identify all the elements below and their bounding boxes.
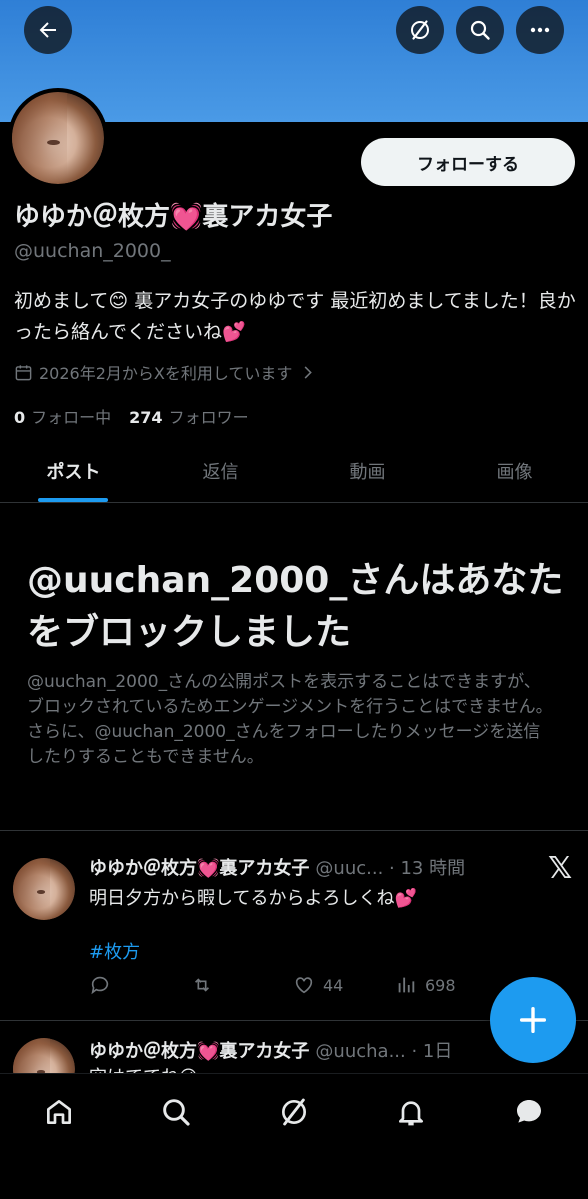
tab-replies[interactable]: 返信: [147, 440, 294, 502]
more-icon: [530, 27, 550, 33]
followers-link[interactable]: 274 フォロワー: [129, 404, 248, 428]
avatar-image: [13, 1038, 75, 1073]
followers-label: フォロワー: [168, 408, 249, 427]
like-button[interactable]: 44: [293, 974, 395, 996]
followers-count: 274: [129, 408, 163, 427]
post-text: 明日夕方から暇してるからよろしくね💕: [89, 888, 417, 909]
views-chart-icon: [398, 977, 415, 993]
post-hashtag[interactable]: #枚方: [89, 938, 140, 964]
views-count: 698: [425, 975, 456, 995]
post-text: 空はててね😉: [89, 1063, 198, 1073]
grok-icon: [411, 20, 429, 40]
calendar-icon: [15, 364, 32, 380]
back-arrow-icon: [39, 22, 56, 38]
chevron-right-icon: [304, 365, 313, 379]
more-button[interactable]: [516, 6, 564, 54]
tab-posts[interactable]: ポスト: [0, 440, 147, 502]
blocked-message: @uuchan_2000_さんの公開ポストを表示することはできますが、ブロックさ…: [27, 672, 553, 767]
post-avatar[interactable]: [13, 1038, 75, 1073]
views-button[interactable]: 698: [395, 974, 497, 996]
avatar-image: [13, 858, 75, 920]
avatar-image: [12, 92, 104, 184]
tab-videos[interactable]: 動画: [294, 440, 441, 502]
joined-date[interactable]: 2026年2月からXを利用しています: [14, 360, 317, 384]
follow-button[interactable]: フォローする: [361, 138, 575, 186]
profile-handle: @uuchan_2000_: [14, 240, 171, 262]
profile-display-name: ゆゆか＠枚方💓裏アカ女子: [14, 202, 333, 232]
post-author-name[interactable]: ゆゆか＠枚方💓裏アカ女子: [89, 1037, 309, 1063]
bell-icon: [399, 1101, 423, 1126]
post-header: ゆゆか＠枚方💓裏アカ女子 @uuc... · 13 時間: [89, 854, 465, 880]
joined-text: 2026年2月からXを利用しています: [39, 364, 293, 383]
nav-home[interactable]: [41, 1094, 77, 1130]
like-count: 44: [323, 975, 344, 995]
home-icon: [47, 1100, 71, 1124]
repost-button[interactable]: [191, 974, 293, 996]
nav-search[interactable]: [158, 1094, 194, 1130]
grok-icon: [282, 1098, 306, 1126]
reply-button[interactable]: [89, 974, 191, 996]
post-author-name[interactable]: ゆゆか＠枚方💓裏アカ女子: [89, 854, 309, 880]
post-handle-time: @uuc... · 13 時間: [315, 858, 466, 879]
heart-icon: [295, 977, 313, 994]
plus-icon: [519, 1006, 547, 1034]
nav-notifications[interactable]: [393, 1094, 429, 1130]
following-label: フォロー中: [31, 408, 112, 427]
chat-bubble-icon: [517, 1100, 541, 1123]
grok-button[interactable]: [396, 6, 444, 54]
post-handle-time: @uucha... · 1日: [315, 1041, 453, 1062]
profile-tabs: ポスト 返信 動画 画像: [0, 440, 588, 503]
post-actions: 44 698: [89, 974, 497, 996]
blocked-title: @uuchan_2000_さんはあなたをブロックしました: [27, 560, 564, 653]
tab-images[interactable]: 画像: [441, 440, 588, 502]
compose-button[interactable]: [490, 977, 576, 1063]
nav-messages[interactable]: [511, 1094, 547, 1130]
nav-grok[interactable]: [276, 1094, 312, 1130]
search-icon: [163, 1099, 190, 1126]
search-button[interactable]: [456, 6, 504, 54]
bottom-navigation: [0, 1073, 588, 1199]
follow-counts: 0 フォロー中 274 フォロワー: [14, 404, 249, 428]
post-avatar[interactable]: [13, 858, 75, 920]
back-button[interactable]: [24, 6, 72, 54]
profile-bio: 初めまして😊 裏アカ女子のゆゆです 最近初めましてました！良かったら絡んでくださ…: [14, 290, 576, 343]
x-logo-icon: 𝕏: [548, 851, 573, 886]
following-count: 0: [14, 408, 26, 427]
profile-avatar[interactable]: [8, 88, 108, 188]
search-icon: [470, 20, 490, 40]
post-header: ゆゆか＠枚方💓裏アカ女子 @uucha... · 1日: [89, 1037, 452, 1063]
repost-icon: [194, 978, 210, 992]
following-link[interactable]: 0 フォロー中: [14, 404, 111, 428]
reply-icon: [91, 976, 109, 995]
